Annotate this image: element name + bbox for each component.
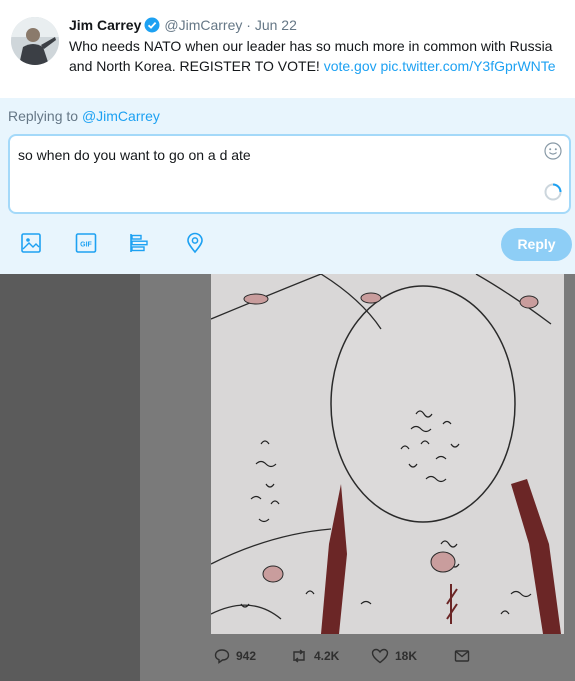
tweet-header: Jim Carrey @JimCarrey · Jun 22 [69, 16, 297, 37]
replying-to: Replying to @JimCarrey [8, 108, 160, 124]
original-tweet: Jim Carrey @JimCarrey · Jun 22 Who needs … [0, 0, 575, 98]
poll-icon[interactable] [129, 232, 151, 254]
verified-badge-icon [144, 17, 160, 37]
tweet-media-image[interactable] [211, 274, 564, 634]
location-icon[interactable] [184, 232, 206, 254]
reply-action[interactable]: 942 [214, 648, 256, 664]
like-action[interactable]: 18K [371, 648, 417, 664]
reply-count: 942 [236, 649, 257, 663]
replying-mention[interactable]: @JimCarrey [82, 108, 160, 124]
reply-button[interactable]: Reply [501, 228, 572, 261]
tweet-date[interactable]: Jun 22 [255, 17, 297, 33]
like-count: 18K [395, 649, 418, 663]
author-name[interactable]: Jim Carrey [69, 17, 141, 33]
replying-label: Replying to [8, 108, 79, 124]
author-handle[interactable]: @JimCarrey [164, 17, 242, 33]
retweet-icon [293, 649, 305, 663]
retweet-count: 4.2K [314, 649, 340, 663]
tweet-text: Who needs NATO when our leader has so mu… [69, 36, 564, 76]
svg-text:GIF: GIF [80, 242, 92, 249]
emoji-icon[interactable] [544, 142, 562, 165]
separator: · [246, 17, 251, 33]
tweet-link-vote[interactable]: vote.gov [324, 58, 377, 74]
tweet-link-pic[interactable]: pic.twitter.com/Y3fGprWNTe [381, 58, 556, 74]
reply-text[interactable]: so when do you want to go on a d ate [18, 147, 251, 163]
reply-icon [214, 649, 230, 664]
gif-icon[interactable]: GIF [75, 232, 97, 254]
composer-toolbar: GIF Reply [0, 228, 575, 261]
heart-icon [371, 648, 389, 664]
message-action[interactable] [454, 648, 476, 664]
character-counter-icon [544, 183, 562, 206]
reply-composer: Replying to @JimCarrey so when do you wa… [0, 98, 575, 274]
retweet-action[interactable]: 4.2K [290, 648, 339, 664]
reply-textbox[interactable]: so when do you want to go on a d ate [8, 134, 571, 214]
modal-backdrop[interactable]: 942 4.2K 18K [0, 274, 575, 681]
envelope-icon [454, 650, 470, 662]
image-icon[interactable] [20, 232, 42, 254]
avatar[interactable] [11, 17, 59, 65]
